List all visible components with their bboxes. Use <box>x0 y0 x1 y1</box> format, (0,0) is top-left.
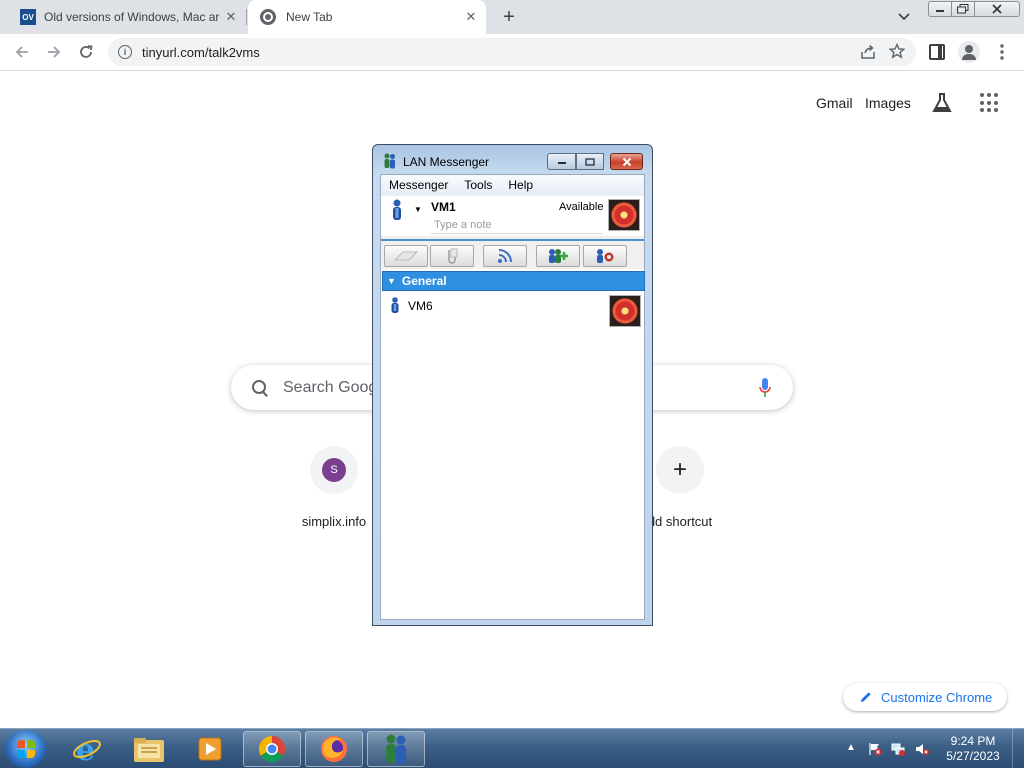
user-avatar[interactable] <box>608 199 640 231</box>
close-icon[interactable]: ✕ <box>462 8 480 26</box>
labs-flask-icon[interactable] <box>930 91 954 115</box>
contact-group-general[interactable]: ▼ General <box>382 271 645 291</box>
profile-avatar-icon[interactable] <box>958 41 980 63</box>
lan-messenger-icon <box>386 734 406 764</box>
taskbar-chrome[interactable] <box>243 731 301 767</box>
lan-status-text: Available <box>559 201 604 213</box>
lan-messenger-window: LAN Messenger Messenger Tools Help ▼ VM1… <box>372 144 653 626</box>
collapse-arrow-icon[interactable]: ▼ <box>387 276 396 286</box>
close-window-button[interactable] <box>974 1 1020 17</box>
forward-button[interactable] <box>42 40 66 64</box>
lan-close-button[interactable] <box>610 153 643 170</box>
shortcut-tile[interactable]: + <box>656 446 704 494</box>
menu-help[interactable]: Help <box>500 178 541 192</box>
side-panel-icon[interactable] <box>929 44 945 60</box>
new-tab-button[interactable]: + <box>498 6 520 28</box>
contact-list: ▼ General VM6 <box>381 269 645 619</box>
menu-messenger[interactable]: Messenger <box>381 178 456 192</box>
clock-date: 5/27/2023 <box>946 749 1000 763</box>
status-dropdown-arrow-icon[interactable]: ▼ <box>414 205 422 214</box>
svg-text:e: e <box>76 734 95 764</box>
search-placeholder[interactable]: Search Goog <box>283 379 377 397</box>
send-file-button[interactable] <box>430 245 474 267</box>
volume-muted-icon[interactable] <box>915 742 929 756</box>
media-player-icon <box>198 737 222 761</box>
lan-minimize-button[interactable] <box>547 153 576 170</box>
show-desktop-button[interactable] <box>1012 729 1024 768</box>
lan-menu-bar: Messenger Tools Help <box>381 175 644 195</box>
clock-time: 9:24 PM <box>950 734 996 748</box>
taskbar-windows-explorer[interactable] <box>120 731 178 767</box>
contact-avatar <box>609 295 641 327</box>
taskbar-lan-messenger[interactable] <box>367 731 425 767</box>
contact-name: VM6 <box>408 299 433 313</box>
windows-taskbar: e ▲ 9:24 PM 5/27/2023 <box>0 728 1024 768</box>
share-icon[interactable] <box>860 44 876 60</box>
plus-icon: + <box>672 456 687 483</box>
lan-user-status-area: ▼ VM1 Available Type a note <box>381 196 644 236</box>
browser-toolbar: i tinyurl.com/talk2vms <box>0 34 1024 71</box>
add-contact-button[interactable] <box>536 245 580 267</box>
images-link[interactable]: Images <box>865 95 911 111</box>
broadcast-button[interactable] <box>483 245 527 267</box>
customize-chrome-label: Customize Chrome <box>881 689 993 705</box>
action-center-flag-icon[interactable] <box>868 742 882 756</box>
system-tray: ▲ 9:24 PM 5/27/2023 <box>842 729 1024 768</box>
tab-search-chevron-icon[interactable] <box>894 8 914 26</box>
tab-separator <box>246 9 247 25</box>
chrome-icon <box>258 735 286 763</box>
windows-logo-icon <box>17 740 35 758</box>
firefox-icon <box>321 736 347 762</box>
pencil-icon <box>859 690 873 704</box>
lan-title-bar[interactable]: LAN Messenger <box>373 145 652 173</box>
lan-toolbar <box>381 239 644 269</box>
shortcut-tile[interactable]: S <box>310 446 358 494</box>
taskbar-clock[interactable]: 9:24 PM 5/27/2023 <box>938 734 1008 764</box>
restore-button[interactable] <box>951 1 975 17</box>
gmail-link[interactable]: Gmail <box>816 95 853 111</box>
group-name: General <box>401 274 447 288</box>
more-menu-icon[interactable] <box>994 40 1010 64</box>
minimize-button[interactable] <box>928 1 952 17</box>
taskbar-media-player[interactable] <box>181 731 239 767</box>
close-icon[interactable]: ✕ <box>222 8 240 26</box>
show-hidden-icons-icon[interactable]: ▲ <box>846 742 856 753</box>
contact-status-icon <box>390 297 400 313</box>
tab-title: New Tab <box>286 10 333 24</box>
url-text[interactable]: tinyurl.com/talk2vms <box>142 45 260 60</box>
lan-client-area: Messenger Tools Help ▼ VM1 Available Typ… <box>380 174 645 620</box>
start-button[interactable] <box>6 730 46 768</box>
bookmark-star-icon[interactable] <box>888 42 906 60</box>
lan-window-title: LAN Messenger <box>403 155 490 169</box>
tab-strip: OV Old versions of Windows, Mac ar ✕ New… <box>0 0 1024 34</box>
simplix-favicon-icon: S <box>322 458 346 482</box>
internet-explorer-icon: e <box>73 734 101 764</box>
taskbar-firefox[interactable] <box>305 731 363 767</box>
google-apps-icon[interactable] <box>980 93 1000 113</box>
chat-button[interactable] <box>384 245 428 267</box>
taskbar-internet-explorer[interactable]: e <box>58 731 116 767</box>
ov-favicon-icon: OV <box>20 9 36 25</box>
search-icon <box>251 379 269 397</box>
lan-maximize-button[interactable] <box>576 153 604 170</box>
chrome-icon <box>260 9 276 25</box>
lan-note-input[interactable]: Type a note <box>431 218 603 234</box>
contact-settings-button[interactable] <box>583 245 627 267</box>
network-icon[interactable] <box>891 742 905 756</box>
folder-icon <box>134 738 164 762</box>
tab-old-versions[interactable]: OV Old versions of Windows, Mac ar ✕ <box>10 0 246 34</box>
back-button[interactable] <box>10 40 34 64</box>
tab-new-tab[interactable]: New Tab ✕ <box>248 0 486 34</box>
customize-chrome-button[interactable]: Customize Chrome <box>843 683 1007 711</box>
lan-messenger-app-icon <box>383 153 397 169</box>
user-status-icon[interactable] <box>391 199 403 221</box>
menu-tools[interactable]: Tools <box>456 178 500 192</box>
microphone-icon[interactable] <box>759 378 771 398</box>
lan-username: VM1 <box>431 200 456 214</box>
info-icon[interactable]: i <box>118 45 132 59</box>
list-item[interactable]: VM6 <box>381 293 644 327</box>
tab-title: Old versions of Windows, Mac ar <box>44 10 220 24</box>
address-bar[interactable]: i tinyurl.com/talk2vms <box>108 38 916 66</box>
reload-button[interactable] <box>74 40 98 64</box>
